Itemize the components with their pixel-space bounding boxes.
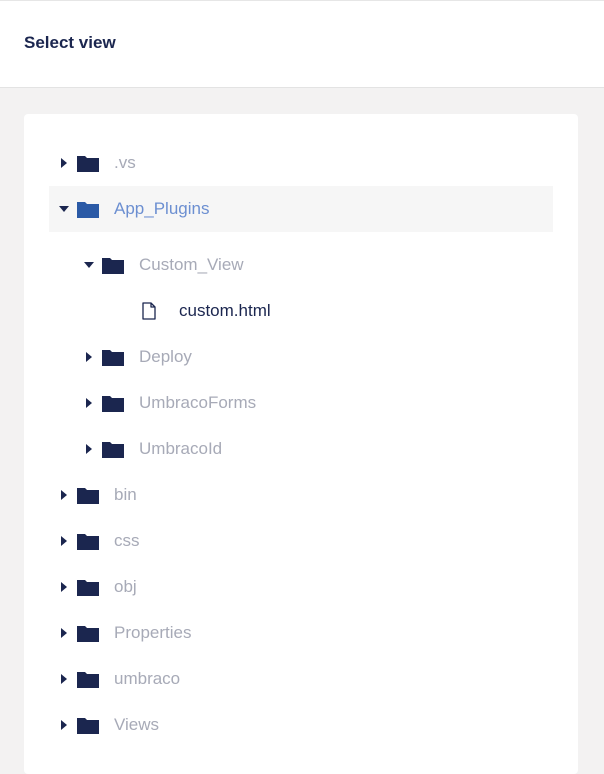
folder-icon bbox=[77, 578, 99, 596]
tree-folder-label: obj bbox=[114, 577, 137, 596]
tree-folder-item[interactable]: .vs bbox=[49, 140, 553, 186]
tree-folder-item[interactable]: Properties bbox=[49, 610, 553, 656]
tree-folder-label: Custom_View bbox=[139, 255, 244, 274]
tree-folder-label: UmbracoForms bbox=[139, 393, 257, 412]
folder-icon bbox=[77, 486, 99, 504]
tree-folder-label: .vs bbox=[114, 153, 136, 172]
folder-icon bbox=[102, 394, 124, 412]
folder-icon bbox=[77, 716, 99, 734]
tree-folder-item[interactable]: umbraco bbox=[49, 656, 553, 702]
tree-file-item[interactable]: custom.html bbox=[49, 288, 553, 334]
tree-folder-item[interactable]: Views bbox=[49, 702, 553, 748]
tree-folder-item[interactable]: bin bbox=[49, 472, 553, 518]
folder-icon bbox=[77, 154, 99, 172]
tree-folder-item[interactable]: css bbox=[49, 518, 553, 564]
tree-folder-label: umbraco bbox=[114, 669, 181, 688]
dialog-title: Select view bbox=[24, 33, 116, 52]
tree-file-label: custom.html bbox=[179, 301, 271, 320]
folder-icon bbox=[102, 440, 124, 458]
tree-folder-label: App_Plugins bbox=[114, 199, 210, 218]
tree-folder-label: css bbox=[114, 531, 140, 550]
caret-right-icon[interactable] bbox=[59, 628, 69, 638]
caret-right-icon[interactable] bbox=[84, 444, 94, 454]
caret-right-icon[interactable] bbox=[59, 158, 69, 168]
tree-folder-label: UmbracoId bbox=[139, 439, 223, 458]
tree-folder-item[interactable]: Deploy bbox=[49, 334, 553, 380]
tree-folder-label: Deploy bbox=[139, 347, 192, 366]
folder-icon bbox=[102, 256, 124, 274]
caret-right-icon[interactable] bbox=[59, 582, 69, 592]
caret-down-icon[interactable] bbox=[59, 204, 69, 214]
caret-right-icon[interactable] bbox=[59, 674, 69, 684]
tree-folder-item[interactable]: UmbracoId bbox=[49, 426, 553, 472]
tree-folder-label: bin bbox=[114, 485, 137, 504]
folder-icon bbox=[77, 532, 99, 550]
folder-icon bbox=[102, 348, 124, 366]
file-tree-panel: .vs App_Plugins Custom_View custom.html Depl… bbox=[24, 114, 578, 774]
file-icon bbox=[142, 302, 156, 320]
tree-folder-label: Views bbox=[114, 715, 160, 734]
caret-right-icon[interactable] bbox=[84, 352, 94, 362]
caret-down-icon[interactable] bbox=[84, 260, 94, 270]
tree-folder-item[interactable]: Custom_View bbox=[49, 242, 553, 288]
caret-right-icon[interactable] bbox=[59, 536, 69, 546]
caret-right-icon[interactable] bbox=[59, 720, 69, 730]
folder-icon bbox=[77, 670, 99, 688]
tree-folder-item[interactable]: App_Plugins bbox=[49, 186, 553, 232]
folder-icon bbox=[77, 624, 99, 642]
tree-folder-item[interactable]: UmbracoForms bbox=[49, 380, 553, 426]
folder-icon bbox=[77, 200, 99, 218]
caret-right-icon[interactable] bbox=[84, 398, 94, 408]
tree-folder-label: Properties bbox=[114, 623, 192, 642]
tree-folder-item[interactable]: obj bbox=[49, 564, 553, 610]
caret-right-icon[interactable] bbox=[59, 490, 69, 500]
dialog-header: Select view bbox=[0, 0, 604, 88]
